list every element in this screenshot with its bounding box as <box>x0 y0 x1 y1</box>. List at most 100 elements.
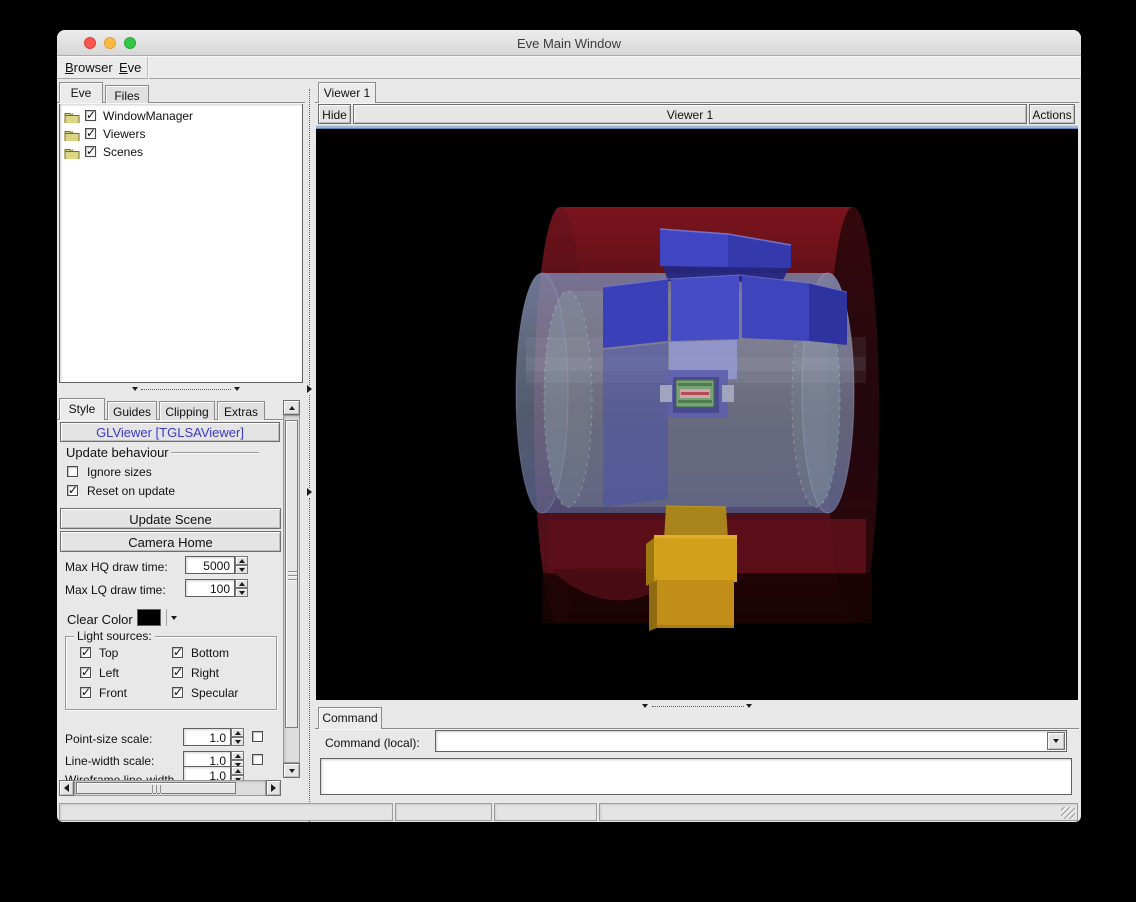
tree-row-viewers[interactable]: Viewers <box>64 127 294 145</box>
tab-extras[interactable]: Extras <box>217 401 265 420</box>
tree-row-windowmanager[interactable]: WindowManager <box>64 109 294 127</box>
update-scene-button[interactable]: Update Scene <box>60 508 281 529</box>
point-size-input[interactable]: 1.0 <box>183 728 231 746</box>
menu-bar: Browser Eve <box>57 56 1081 79</box>
menu-item-eve[interactable]: Eve <box>115 57 145 79</box>
splitter-dots <box>141 389 231 390</box>
chevron-down-icon <box>1053 739 1059 743</box>
arrow-up-icon <box>235 769 241 773</box>
spin-up-button[interactable] <box>231 751 244 760</box>
light-specular-checkbox[interactable] <box>172 687 183 698</box>
reset-on-update-label: Reset on update <box>87 484 175 498</box>
camera-home-button[interactable]: Camera Home <box>60 531 281 552</box>
command-dropdown-button[interactable] <box>1047 732 1065 750</box>
point-size-spinner <box>231 728 244 746</box>
max-lq-input[interactable]: 100 <box>185 579 235 597</box>
scroll-right-button[interactable] <box>266 780 281 796</box>
light-sources-group: Light sources: Top Bottom Left Right Fro… <box>65 636 277 710</box>
light-top-checkbox[interactable] <box>80 647 91 658</box>
menu-item-browser[interactable]: Browser <box>61 57 117 79</box>
tab-viewer-1[interactable]: Viewer 1 <box>318 82 376 103</box>
max-lq-spinner <box>235 579 248 597</box>
horizontal-scrollbar[interactable] <box>74 780 266 796</box>
wireframe-input[interactable]: 1.0 <box>183 766 231 780</box>
scrollbar-thumb[interactable] <box>285 420 298 728</box>
tree-checkbox[interactable] <box>85 128 96 139</box>
tab-guides[interactable]: Guides <box>107 401 157 420</box>
spin-down-button[interactable] <box>235 565 248 574</box>
tab-command[interactable]: Command <box>318 707 382 729</box>
ignore-sizes-label: Ignore sizes <box>87 465 152 479</box>
minimize-button[interactable] <box>104 37 116 49</box>
scene-tree[interactable]: WindowManager Viewers Scenes <box>59 103 303 383</box>
tree-splitter[interactable] <box>57 383 305 395</box>
resize-grip[interactable] <box>1061 807 1075 819</box>
line-width-label: Line-width scale: <box>65 754 154 768</box>
light-left-checkbox[interactable] <box>80 667 91 678</box>
tab-clipping[interactable]: Clipping <box>159 401 215 420</box>
folder-icon <box>64 146 80 159</box>
scroll-up-button[interactable] <box>283 400 300 415</box>
tree-row-scenes[interactable]: Scenes <box>64 145 294 163</box>
panel-splitter[interactable] <box>305 79 315 803</box>
glviewer-button[interactable]: GLViewer [TGLSAViewer] <box>60 422 280 442</box>
command-combobox[interactable] <box>435 730 1067 752</box>
tree-item-label[interactable]: Viewers <box>103 127 145 142</box>
status-cell <box>59 803 393 821</box>
arrow-left-icon <box>64 784 69 792</box>
max-hq-input[interactable]: 5000 <box>185 556 235 574</box>
thumb-grip-icon <box>152 785 153 793</box>
arrow-right-icon <box>271 784 276 792</box>
tab-files[interactable]: Files <box>105 85 149 103</box>
gl-viewport[interactable] <box>316 129 1078 700</box>
vertical-scrollbar[interactable] <box>283 415 300 763</box>
light-front-label: Front <box>99 686 127 700</box>
ignore-sizes-checkbox[interactable] <box>67 466 78 477</box>
status-cell <box>599 803 1078 821</box>
hide-button[interactable]: Hide <box>318 104 351 124</box>
thumb-grip-icon <box>288 579 297 580</box>
thumb-grip-icon <box>160 785 161 793</box>
spin-down-button[interactable] <box>231 737 244 746</box>
clear-color-dropdown[interactable] <box>167 609 181 626</box>
line-width-checkbox[interactable] <box>252 754 263 765</box>
detector-3d-render <box>316 129 1078 700</box>
tree-item-label[interactable]: Scenes <box>103 145 143 160</box>
title-bar[interactable]: Eve Main Window <box>57 30 1081 56</box>
actions-button[interactable]: Actions <box>1029 104 1075 124</box>
close-button[interactable] <box>84 37 96 49</box>
wireframe-spinner <box>231 766 244 780</box>
tree-checkbox[interactable] <box>85 146 96 157</box>
point-size-label: Point-size scale: <box>65 732 152 746</box>
scroll-left-button[interactable] <box>59 780 74 796</box>
light-front-checkbox[interactable] <box>80 687 91 698</box>
status-cell <box>395 803 492 821</box>
arrow-up-icon <box>235 731 241 735</box>
spin-down-button[interactable] <box>235 588 248 597</box>
tree-item-label[interactable]: WindowManager <box>103 109 193 124</box>
viewport-splitter[interactable] <box>316 700 1078 712</box>
arrow-up-icon <box>289 406 295 410</box>
light-bottom-checkbox[interactable] <box>172 647 183 658</box>
tab-eve[interactable]: Eve <box>59 82 103 103</box>
splitter-arrow-icon <box>307 385 312 393</box>
reset-on-update-checkbox[interactable] <box>67 485 78 496</box>
tab-style[interactable]: Style <box>59 398 105 420</box>
light-right-checkbox[interactable] <box>172 667 183 678</box>
point-size-checkbox[interactable] <box>252 731 263 742</box>
viewer-title-bar[interactable]: Viewer 1 <box>353 104 1027 124</box>
spin-up-button[interactable] <box>235 556 248 565</box>
spin-up-button[interactable] <box>231 728 244 737</box>
scrollbar-thumb[interactable] <box>76 782 236 794</box>
splitter-dots <box>309 89 310 385</box>
zoom-button[interactable] <box>124 37 136 49</box>
spin-up-button[interactable] <box>231 766 244 775</box>
folder-icon <box>64 128 80 141</box>
command-output[interactable] <box>320 758 1072 795</box>
spin-up-button[interactable] <box>235 579 248 588</box>
scroll-down-button[interactable] <box>283 763 300 778</box>
clear-color-swatch[interactable] <box>137 609 161 626</box>
thumb-grip-icon <box>288 571 297 572</box>
tree-checkbox[interactable] <box>85 110 96 121</box>
light-left-label: Left <box>99 666 119 680</box>
